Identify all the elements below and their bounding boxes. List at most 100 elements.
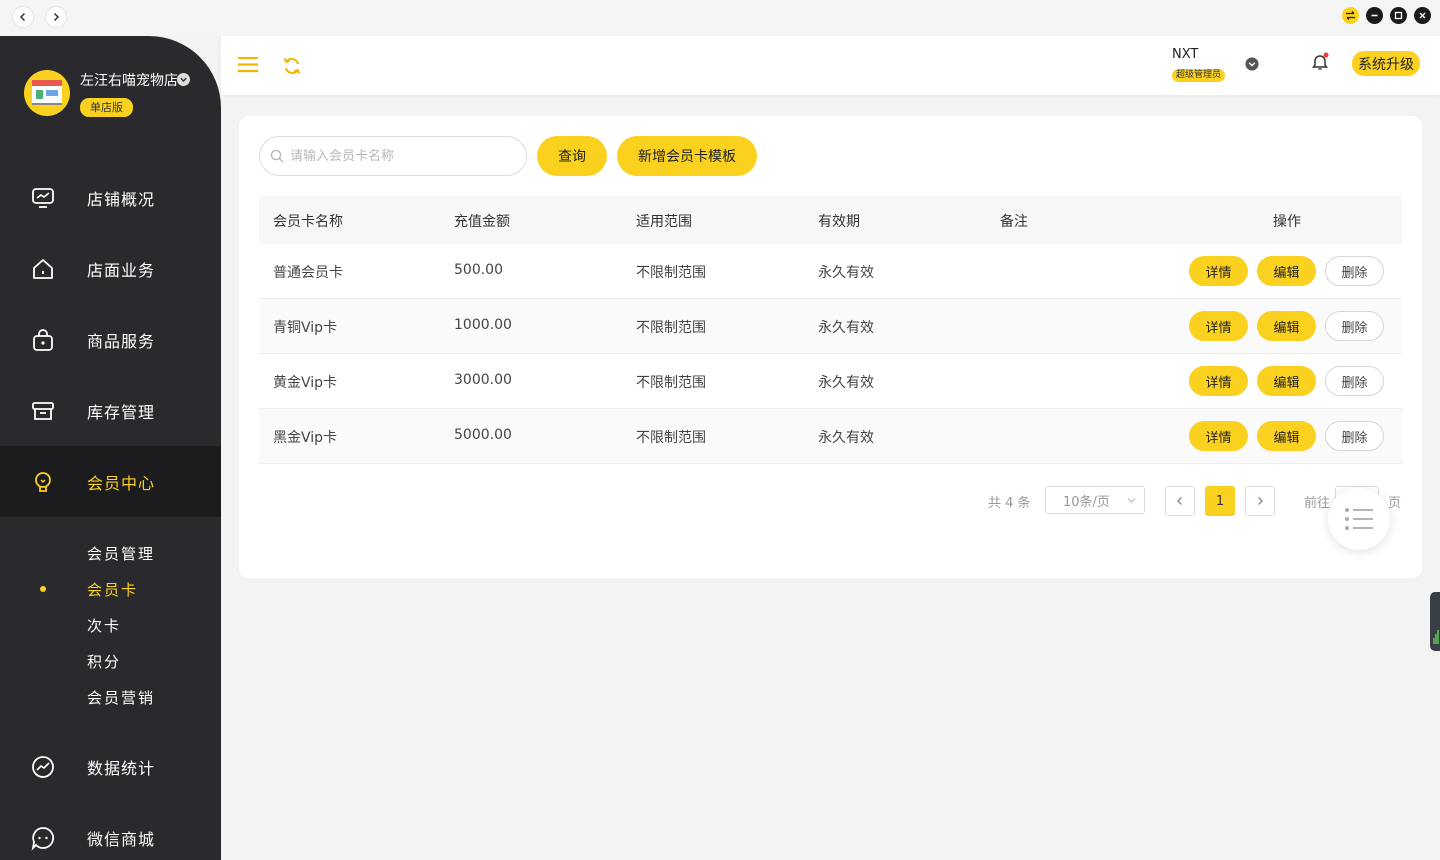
home-icon — [33, 259, 53, 279]
chevron-right-icon — [53, 12, 60, 22]
search-box[interactable] — [259, 136, 527, 176]
trend-chart-icon — [32, 756, 54, 778]
sidebar-item-inventory[interactable]: 库存管理 — [0, 375, 221, 446]
close-icon — [1419, 12, 1426, 19]
next-page-button[interactable] — [1245, 486, 1275, 516]
back-button[interactable] — [12, 6, 34, 28]
sidebar-item-label: 商品服务 — [87, 332, 156, 351]
storefront-icon — [32, 80, 62, 105]
detail-button[interactable]: 详情 — [1189, 256, 1248, 286]
title-bar — [0, 0, 1440, 36]
square-icon — [1394, 11, 1403, 20]
edition-badge: 单店版 — [80, 98, 133, 117]
scope-cell: 不限制范围 — [636, 375, 706, 391]
switch-button[interactable] — [1342, 7, 1359, 24]
sidebar-item-wechat-mall[interactable]: 微信商城 — [0, 802, 221, 860]
delete-button[interactable]: 删除 — [1325, 256, 1384, 286]
sidebar-item-member-center[interactable]: 会员中心 — [0, 446, 221, 517]
top-header: NXT 超级管理员 系统升级 — [221, 36, 1440, 95]
sidebar-subitem-count-card[interactable]: 次卡 — [87, 615, 121, 636]
member-card-table: 会员卡名称 充值金额 适用范围 有效期 备注 操作 普通会员卡 500.00 不… — [259, 196, 1402, 464]
user-role-badge: 超级管理员 — [1172, 69, 1226, 82]
chevron-down-icon[interactable] — [177, 73, 190, 86]
table-row: 青铜Vip卡 1000.00 不限制范围 永久有效 详情 编辑 删除 — [259, 299, 1402, 354]
validity-cell: 永久有效 — [818, 265, 874, 281]
forward-button[interactable] — [45, 6, 67, 28]
list-icon — [1345, 508, 1373, 530]
validity-cell: 永久有效 — [818, 375, 874, 391]
shop-avatar[interactable] — [24, 70, 70, 116]
edit-button[interactable]: 编辑 — [1257, 311, 1316, 341]
sidebar-subitem-member-manage[interactable]: 会员管理 — [87, 543, 155, 564]
chevron-left-icon — [19, 12, 26, 22]
close-button[interactable] — [1414, 7, 1431, 24]
column-header: 操作 — [1273, 214, 1301, 230]
minimize-button[interactable] — [1366, 7, 1383, 24]
detail-button[interactable]: 详情 — [1189, 311, 1248, 341]
page-size-select[interactable]: 10条/页 — [1045, 486, 1145, 514]
sidebar-item-statistics[interactable]: 数据统计 — [0, 731, 221, 802]
delete-button[interactable]: 删除 — [1325, 311, 1384, 341]
table-row: 普通会员卡 500.00 不限制范围 永久有效 详情 编辑 删除 — [259, 244, 1402, 299]
add-card-template-button[interactable]: 新增会员卡模板 — [617, 136, 757, 176]
amount-cell: 1000.00 — [454, 317, 512, 333]
amount-cell: 5000.00 — [454, 427, 512, 443]
chevron-right-icon — [1258, 497, 1263, 505]
sidebar: 左汪右喵宠物店 单店版 店铺概况 店面业务 商品服务 库存管理 会员中心 会员管… — [0, 36, 221, 860]
chevron-left-icon — [1177, 497, 1182, 505]
chevron-down-icon[interactable] — [1245, 57, 1259, 71]
user-name[interactable]: NXT — [1172, 47, 1198, 62]
sidebar-item-label: 库存管理 — [87, 403, 156, 422]
delete-button[interactable]: 删除 — [1325, 421, 1384, 451]
sidebar-item-goods-service[interactable]: 商品服务 — [0, 304, 221, 375]
bag-icon — [33, 329, 53, 351]
detail-button[interactable]: 详情 — [1189, 421, 1248, 451]
sidebar-item-label: 微信商城 — [87, 830, 156, 849]
sidebar-item-store-business[interactable]: 店面业务 — [0, 233, 221, 304]
scope-cell: 不限制范围 — [636, 265, 706, 281]
refresh-icon[interactable] — [282, 56, 302, 76]
swap-icon — [1346, 11, 1355, 20]
sidebar-item-label: 数据统计 — [87, 759, 156, 778]
detail-button[interactable]: 详情 — [1189, 366, 1248, 396]
table-row: 黄金Vip卡 3000.00 不限制范围 永久有效 详情 编辑 删除 — [259, 354, 1402, 409]
page-size-value: 10条/页 — [1063, 494, 1110, 510]
column-header: 充值金额 — [454, 214, 510, 230]
column-header: 会员卡名称 — [273, 214, 343, 230]
edit-button[interactable]: 编辑 — [1257, 421, 1316, 451]
column-header: 有效期 — [818, 214, 860, 230]
sidebar-subitem-member-marketing[interactable]: 会员营销 — [87, 687, 155, 708]
card-name-cell: 青铜Vip卡 — [273, 320, 338, 336]
member-card-panel: 查询 新增会员卡模板 会员卡名称 充值金额 适用范围 有效期 备注 操作 普通会… — [239, 116, 1422, 578]
edit-button[interactable]: 编辑 — [1257, 366, 1316, 396]
bell-icon[interactable] — [1311, 52, 1329, 72]
bulb-icon — [35, 472, 51, 492]
signal-bars-icon — [1433, 630, 1439, 644]
sidebar-item-label: 店面业务 — [87, 261, 156, 280]
prev-page-button[interactable] — [1165, 486, 1195, 516]
validity-cell: 永久有效 — [818, 320, 874, 336]
side-panel-handle[interactable] — [1430, 592, 1440, 651]
sidebar-subitem-points[interactable]: 积分 — [87, 651, 121, 672]
sidebar-subitem-member-card[interactable]: 会员卡 — [87, 579, 138, 600]
shop-name[interactable]: 左汪右喵宠物店 — [80, 70, 178, 90]
system-upgrade-button[interactable]: 系统升级 — [1352, 51, 1420, 76]
sidebar-item-store-overview[interactable]: 店铺概况 — [0, 162, 221, 233]
page-number-button[interactable]: 1 — [1205, 486, 1235, 516]
edit-button[interactable]: 编辑 — [1257, 256, 1316, 286]
table-header: 会员卡名称 充值金额 适用范围 有效期 备注 操作 — [259, 196, 1402, 244]
query-button[interactable]: 查询 — [537, 136, 607, 176]
maximize-button[interactable] — [1390, 7, 1407, 24]
delete-button[interactable]: 删除 — [1325, 366, 1384, 396]
chevron-down-icon — [1127, 498, 1136, 503]
hamburger-menu-icon[interactable] — [237, 56, 259, 73]
card-name-cell: 黄金Vip卡 — [273, 375, 338, 391]
scope-cell: 不限制范围 — [636, 430, 706, 446]
minus-icon — [1371, 14, 1378, 17]
archive-box-icon — [32, 402, 54, 420]
search-input[interactable] — [290, 148, 510, 164]
card-name-cell: 普通会员卡 — [273, 265, 343, 281]
amount-cell: 3000.00 — [454, 372, 512, 388]
monitor-icon — [32, 188, 54, 208]
floating-menu-button[interactable] — [1328, 488, 1390, 550]
